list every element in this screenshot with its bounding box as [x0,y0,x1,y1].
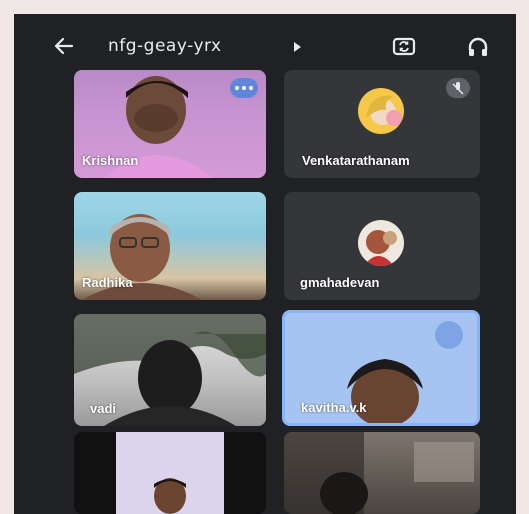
arrow-left-icon[interactable] [52,34,76,58]
participant-tile[interactable] [74,432,266,514]
participant-tile[interactable] [284,432,480,514]
dot [242,86,246,90]
participant-name: Radhika [82,275,133,290]
avatar [358,220,404,266]
meeting-code[interactable]: nfg-geay-yrx [108,36,222,56]
headphones-icon[interactable] [466,35,490,59]
video-feed [116,432,224,514]
participant-tile-active[interactable]: kavitha.v.k [282,310,480,426]
video-feed [284,432,474,514]
switch-camera-icon[interactable] [391,33,417,59]
participant-tile[interactable]: Venkatarathanam [284,70,480,178]
meet-app-screen: nfg-geay-yrx Krishnan Venkatarathanam Ra… [14,14,516,514]
muted-badge [446,78,470,98]
avatar [358,88,404,134]
participant-name: gmahadevan [300,275,380,290]
participant-tile[interactable]: Krishnan [74,70,266,178]
top-bar: nfg-geay-yrx [14,14,516,76]
participant-name: Venkatarathanam [302,153,410,168]
more-options-button[interactable] [230,78,258,98]
mic-off-icon [452,82,464,95]
participant-name: Krishnan [82,153,139,168]
participant-tile[interactable]: vadi [74,314,266,426]
participant-tile[interactable]: gmahadevan [284,192,480,300]
dot [249,86,253,90]
dot [235,86,239,90]
caret-right-icon[interactable] [292,41,302,53]
participant-name: vadi [90,401,117,416]
participant-name: kavitha.v.k [301,400,367,415]
participant-tile[interactable]: Radhika [74,192,266,300]
